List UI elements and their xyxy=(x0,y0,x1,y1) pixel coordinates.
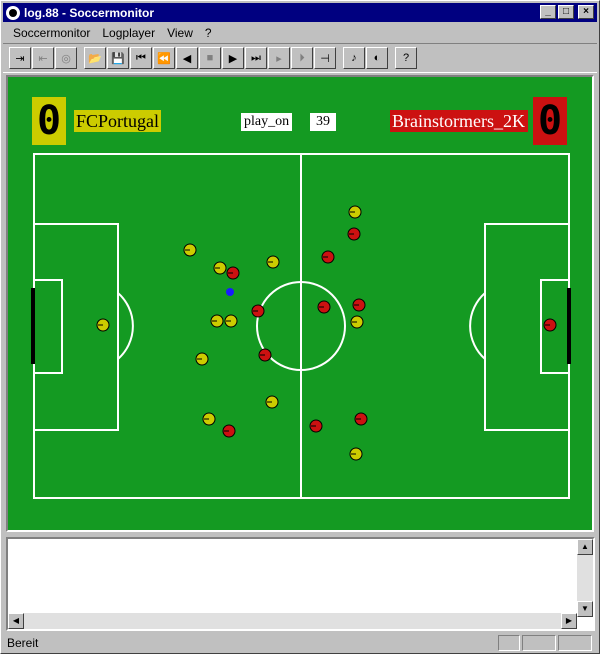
left-team-name: FCPortugal xyxy=(74,110,162,132)
scroll-down-icon[interactable]: ▼ xyxy=(577,601,593,617)
forward-end-button[interactable]: ⏭ xyxy=(245,47,267,69)
play-back-button[interactable]: ◀ xyxy=(176,47,198,69)
rewind-start-icon: ⏮ xyxy=(136,51,146,64)
menu-logplayer[interactable]: Logplayer xyxy=(96,26,161,40)
log-output[interactable]: ▲ ▼ ◀ ▶ xyxy=(6,537,595,631)
step-forward-end-icon: ⏵ xyxy=(299,51,305,64)
status-panel xyxy=(522,635,556,651)
play-mode: play_on xyxy=(241,113,293,131)
menu-help[interactable]: ? xyxy=(199,26,218,40)
kickoff-icon: ◎ xyxy=(61,52,71,65)
soccerball-icon xyxy=(6,5,20,20)
whistle-icon: ♪ xyxy=(351,52,357,64)
scroll-left-icon[interactable]: ◀ xyxy=(8,613,24,629)
title-bar[interactable]: log.88 - Soccermonitor _ □ × xyxy=(3,3,597,22)
scroll-right-icon[interactable]: ▶ xyxy=(561,613,577,629)
step-forward-icon: ▸ xyxy=(276,52,282,65)
play-button[interactable]: ▶ xyxy=(222,47,244,69)
right-score: 0 xyxy=(533,97,567,145)
kickoff-button[interactable]: ◎ xyxy=(55,47,77,69)
app-window: log.88 - Soccermonitor _ □ × Soccermonit… xyxy=(0,0,600,654)
maximize-button[interactable]: □ xyxy=(558,5,574,19)
window-title: log.88 - Soccermonitor xyxy=(24,5,155,20)
close-button[interactable]: × xyxy=(578,5,594,19)
left-score: 0 xyxy=(32,97,66,145)
rewind-start-button[interactable]: ⏮ xyxy=(130,47,152,69)
open-folder-icon: 📂 xyxy=(88,52,102,65)
help-icon: ? xyxy=(402,52,410,64)
display-options-button[interactable]: ◐ xyxy=(366,47,388,69)
play-back-icon: ◀ xyxy=(182,52,192,65)
save-button[interactable]: 💾 xyxy=(107,47,129,69)
menu-view[interactable]: View xyxy=(161,26,199,40)
status-bar: Bereit xyxy=(3,633,597,653)
minimize-button[interactable]: _ xyxy=(540,5,556,19)
whistle-button[interactable]: ♪ xyxy=(343,47,365,69)
connect-button[interactable]: ⇥ xyxy=(9,47,31,69)
disconnect-button[interactable]: ⇤ xyxy=(32,47,54,69)
jump-button[interactable]: ⊣ xyxy=(314,47,336,69)
play-icon: ▶ xyxy=(228,52,238,65)
display-options-icon: ◐ xyxy=(373,52,381,64)
menu-bar: Soccermonitor Logplayer View ? xyxy=(3,23,597,42)
soccer-pitch xyxy=(31,153,571,499)
ball xyxy=(226,288,234,296)
status-panel xyxy=(498,635,520,651)
connect-icon: ⇥ xyxy=(15,52,25,65)
menu-soccermonitor[interactable]: Soccermonitor xyxy=(7,26,96,40)
field-view: 0 FCPortugal play_on 39 Brainstormers_2K… xyxy=(6,75,594,532)
horizontal-scrollbar[interactable]: ◀ ▶ xyxy=(8,613,577,629)
status-text: Bereit xyxy=(7,636,39,650)
disconnect-icon: ⇤ xyxy=(38,52,48,65)
left-goal xyxy=(31,288,35,364)
step-forward-button[interactable]: ▸ xyxy=(268,47,290,69)
jump-icon: ⊣ xyxy=(320,52,330,65)
toolbar: ⇥ ⇤ ◎ 📂 💾 ⏮ ⏪ ◀ ■ ▶ ⏭ ▸ ⏵ ⊣ ♪ ◐? xyxy=(3,43,597,73)
step-forward-end-button[interactable]: ⏵ xyxy=(291,47,313,69)
stop-button[interactable]: ■ xyxy=(199,47,221,69)
help-button[interactable]: ? xyxy=(395,47,417,69)
step-back-fast-button[interactable]: ⏪ xyxy=(153,47,175,69)
open-folder-button[interactable]: 📂 xyxy=(84,47,106,69)
cycle-counter: 39 xyxy=(310,113,336,131)
pitch-lines xyxy=(33,153,570,499)
step-back-fast-icon: ⏪ xyxy=(157,52,171,65)
right-team-name: Brainstormers_2K xyxy=(390,110,528,132)
stop-icon: ■ xyxy=(206,52,214,64)
vertical-scrollbar[interactable]: ▲ ▼ xyxy=(577,539,593,617)
save-icon: 💾 xyxy=(111,52,125,65)
forward-end-icon: ⏭ xyxy=(251,51,261,64)
status-panel xyxy=(558,635,592,651)
right-goal xyxy=(567,288,571,364)
scroll-up-icon[interactable]: ▲ xyxy=(577,539,593,555)
